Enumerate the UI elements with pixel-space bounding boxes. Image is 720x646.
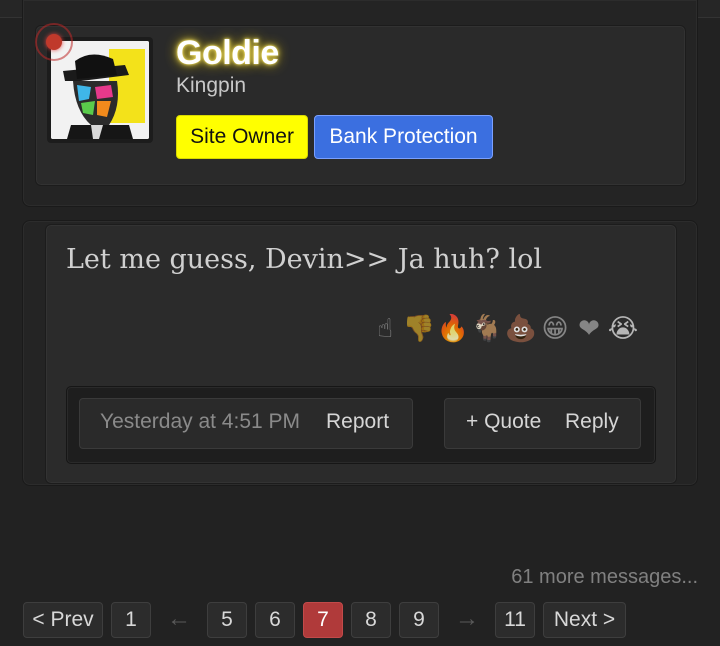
page-8-button[interactable]: 8 bbox=[351, 602, 391, 638]
thumbs-down-icon[interactable]: 👎 bbox=[402, 313, 436, 344]
quote-button[interactable]: + Quote bbox=[466, 409, 541, 435]
page-9-button[interactable]: 9 bbox=[399, 602, 439, 638]
online-status-icon bbox=[35, 23, 73, 61]
raised-finger-icon[interactable]: ☝ bbox=[368, 313, 402, 344]
prev-page-button[interactable]: < Prev bbox=[23, 602, 103, 638]
poop-icon[interactable]: 💩 bbox=[504, 313, 538, 344]
crying-face-icon[interactable]: 😭 bbox=[606, 313, 640, 344]
page-7-current[interactable]: 7 bbox=[303, 602, 343, 638]
page-11-button[interactable]: 11 bbox=[495, 602, 535, 638]
post-message: Let me guess, Devin>> Ja huh? lol bbox=[66, 244, 543, 275]
post-timestamp[interactable]: Yesterday at 4:51 PM bbox=[100, 409, 300, 435]
arrow-right-icon: → bbox=[455, 605, 479, 632]
more-messages-link[interactable]: 61 more messages... bbox=[511, 566, 698, 589]
report-link[interactable]: Report bbox=[326, 409, 389, 435]
site-owner-badge: Site Owner bbox=[176, 115, 308, 159]
reply-button[interactable]: Reply bbox=[565, 409, 619, 435]
goat-icon[interactable]: 🐐 bbox=[470, 313, 504, 344]
arrow-left-icon: ← bbox=[167, 605, 191, 632]
grin-icon[interactable]: 😁 bbox=[538, 313, 572, 344]
page-6-button[interactable]: 6 bbox=[255, 602, 295, 638]
user-title: Kingpin bbox=[176, 74, 247, 97]
fire-icon[interactable]: 🔥 bbox=[436, 313, 470, 344]
page-5-button[interactable]: 5 bbox=[207, 602, 247, 638]
bank-protection-badge: Bank Protection bbox=[314, 115, 493, 159]
page-1-button[interactable]: 1 bbox=[111, 602, 151, 638]
username[interactable]: Goldie bbox=[176, 34, 279, 73]
heart-icon[interactable]: ❤ bbox=[572, 313, 606, 344]
reaction-bar: ☝ 👎 🔥 🐐 💩 😁 ❤ 😭 bbox=[368, 310, 640, 346]
next-page-button[interactable]: Next > bbox=[543, 602, 626, 638]
